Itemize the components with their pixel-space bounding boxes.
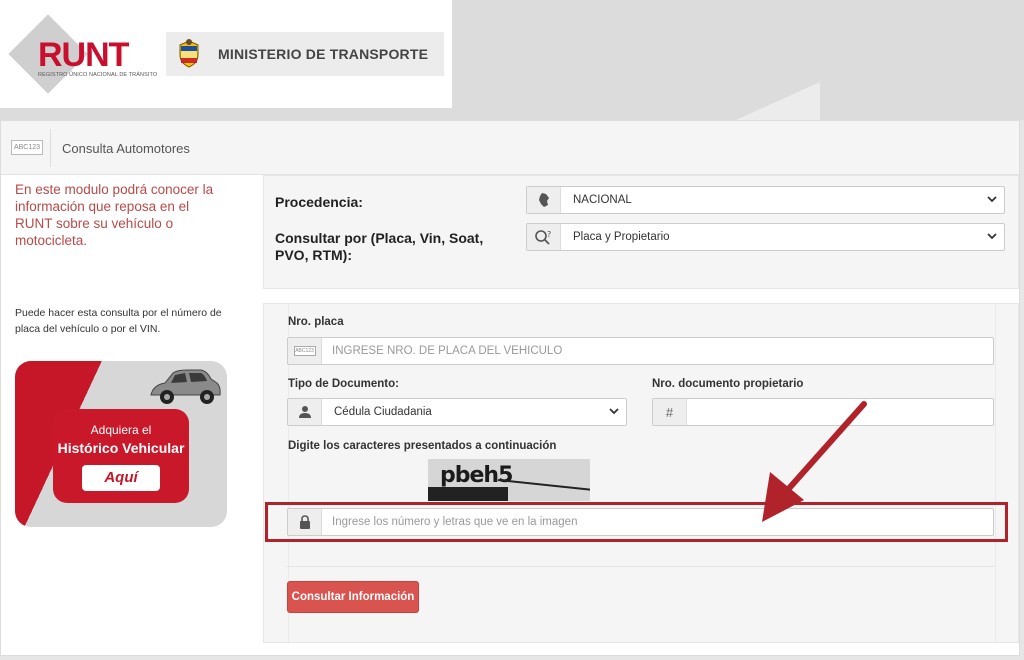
intro-text: En este modulo podrá conocer la informac… <box>15 182 214 248</box>
procedencia-label: Procedencia: <box>275 194 363 210</box>
captcha-image: pbeh5 <box>428 459 590 501</box>
consultar-por-select[interactable]: ? Placa y Propietario <box>526 223 1005 251</box>
tipo-documento-select[interactable]: Cédula Ciudadania <box>287 398 627 426</box>
ministerio-logo[interactable]: MINISTERIO DE TRANSPORTE <box>166 32 444 76</box>
header-logo-area: RUNT REGISTRO ÚNICO NACIONAL DE TRÁNSITO… <box>0 0 452 108</box>
user-icon <box>288 399 322 425</box>
runt-logo-text: RUNT <box>38 36 129 74</box>
hint-text: Puede hacer esta consulta por el número … <box>15 307 222 335</box>
titlebar-divider <box>50 129 51 167</box>
page-title: Consulta Automotores <box>62 141 190 156</box>
car-icon <box>150 369 221 404</box>
captcha-label: Digite los caracteres presentados a cont… <box>288 440 557 452</box>
colombia-map-icon <box>527 187 561 213</box>
runt-logo[interactable]: RUNT REGISTRO ÚNICO NACIONAL DE TRÁNSITO <box>8 14 158 94</box>
placa-label: Nro. placa <box>288 316 344 328</box>
license-plate-icon: ABC123 <box>288 338 322 364</box>
tipo-documento-value: Cédula Ciudadania <box>334 406 432 418</box>
captcha-text: pbeh5 <box>440 463 513 488</box>
svg-text:?: ? <box>547 230 551 239</box>
banner-line-2: Histórico Vehicular <box>57 440 185 456</box>
form-separator <box>287 566 995 567</box>
hash-icon: # <box>653 399 687 425</box>
page-titlebar: ABC123 Consulta Automotores <box>1 121 1019 175</box>
search-question-icon: ? <box>527 224 561 250</box>
captcha-highlight-box <box>265 502 1008 542</box>
consultar-por-value: Placa y Propietario <box>573 231 670 243</box>
nro-documento-label: Nro. documento propietario <box>652 378 804 390</box>
chevron-down-icon <box>987 196 997 203</box>
chevron-down-icon <box>987 233 997 240</box>
placa-input-group: ABC123 <box>287 337 994 365</box>
historico-vehicular-banner[interactable]: Adquiera el Histórico Vehicular Aquí <box>15 361 227 527</box>
runt-logo-tagline: REGISTRO ÚNICO NACIONAL DE TRÁNSITO <box>38 72 158 78</box>
chevron-down-icon <box>609 408 619 415</box>
consultar-informacion-button[interactable]: Consultar Información <box>287 581 419 613</box>
procedencia-select[interactable]: NACIONAL <box>526 186 1005 214</box>
red-arrow-annotation <box>762 401 867 522</box>
license-plate-icon: ABC123 <box>11 140 43 155</box>
colombia-coat-of-arms-icon <box>179 39 199 68</box>
procedencia-value: NACIONAL <box>573 194 632 206</box>
banner-line-1: Adquiera el <box>90 423 152 437</box>
captcha-noise-block <box>428 487 508 501</box>
placa-input[interactable] <box>322 338 993 364</box>
ministerio-text: MINISTERIO DE TRANSPORTE <box>218 46 429 62</box>
consultar-por-label: Consultar por (Placa, Vin, Soat, PVO, RT… <box>275 230 484 263</box>
tipo-documento-label: Tipo de Documento: <box>288 378 399 390</box>
aqui-button[interactable]: Aquí <box>82 465 160 491</box>
